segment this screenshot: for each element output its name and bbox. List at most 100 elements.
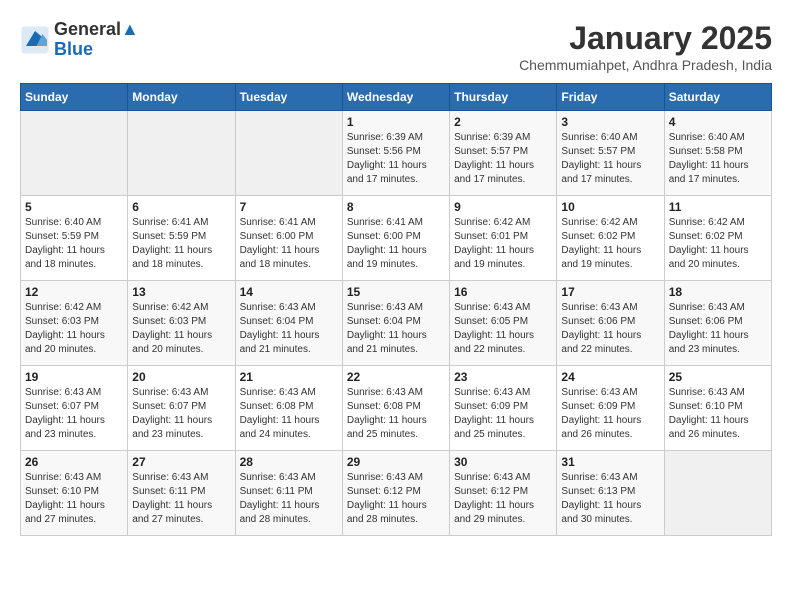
calendar-cell: 1Sunrise: 6:39 AM Sunset: 5:56 PM Daylig… — [342, 111, 449, 196]
day-number: 26 — [25, 455, 123, 469]
calendar-cell: 23 Sunrise: 6:43 AM Sunset: 6:09 PM Dayli… — [450, 366, 557, 451]
day-info: Sunrise: 6:43 AM Sunset: 6:08 PM Dayligh… — [240, 386, 338, 442]
day-number: 10 — [561, 200, 659, 214]
title-block: January 2025 Chemmumiahpet, Andhra Prade… — [519, 20, 772, 73]
calendar-cell: 30Sunrise: 6:43 AM Sunset: 6:12 PM Dayli… — [450, 451, 557, 536]
day-number: 29 — [347, 455, 445, 469]
calendar-cell: 8 Sunrise: 6:41 AM Sunset: 6:00 PM Daylig… — [342, 196, 449, 281]
day-number: 19 — [25, 370, 123, 384]
day-number: 25 — [669, 370, 767, 384]
calendar-cell: 25 Sunrise: 6:43 AM Sunset: 6:10 PM Dayli… — [664, 366, 771, 451]
day-info: Sunrise: 6:43 AM Sunset: 6:09 PM Dayligh… — [454, 386, 552, 442]
day-info: Sunrise: 6:39 AM Sunset: 5:57 PM Dayligh… — [454, 131, 552, 187]
calendar-cell: 6 Sunrise: 6:41 AM Sunset: 5:59 PM Daylig… — [128, 196, 235, 281]
calendar-cell: 10 Sunrise: 6:42 AM Sunset: 6:02 PM Dayli… — [557, 196, 664, 281]
day-info: Sunrise: 6:42 AM Sunset: 6:03 PM Dayligh… — [25, 301, 123, 357]
day-number: 13 — [132, 285, 230, 299]
calendar-cell: 16 Sunrise: 6:43 AM Sunset: 6:05 PM Dayli… — [450, 281, 557, 366]
calendar-table: SundayMondayTuesdayWednesdayThursdayFrid… — [20, 83, 772, 536]
day-number: 15 — [347, 285, 445, 299]
calendar-cell: 2Sunrise: 6:39 AM Sunset: 5:57 PM Daylig… — [450, 111, 557, 196]
calendar-cell: 21Sunrise: 6:43 AM Sunset: 6:08 PM Dayli… — [235, 366, 342, 451]
calendar-cell: 12 Sunrise: 6:42 AM Sunset: 6:03 PM Dayli… — [21, 281, 128, 366]
day-info: Sunrise: 6:43 AM Sunset: 6:07 PM Dayligh… — [132, 386, 230, 442]
day-info: Sunrise: 6:42 AM Sunset: 6:02 PM Dayligh… — [561, 216, 659, 272]
calendar-cell: 22 Sunrise: 6:43 AM Sunset: 6:08 PM Dayli… — [342, 366, 449, 451]
day-number: 7 — [240, 200, 338, 214]
calendar-cell: 15 Sunrise: 6:43 AM Sunset: 6:04 PM Dayli… — [342, 281, 449, 366]
day-info: Sunrise: 6:41 AM Sunset: 5:59 PM Dayligh… — [132, 216, 230, 272]
day-of-week-header: Thursday — [450, 84, 557, 111]
day-info: Sunrise: 6:41 AM Sunset: 6:00 PM Dayligh… — [240, 216, 338, 272]
day-number: 3 — [561, 115, 659, 129]
day-number: 23 — [454, 370, 552, 384]
calendar-cell: 11 Sunrise: 6:42 AM Sunset: 6:02 PM Dayli… — [664, 196, 771, 281]
day-info: Sunrise: 6:41 AM Sunset: 6:00 PM Dayligh… — [347, 216, 445, 272]
day-info: Sunrise: 6:43 AM Sunset: 6:08 PM Dayligh… — [347, 386, 445, 442]
day-number: 12 — [25, 285, 123, 299]
day-info: Sunrise: 6:39 AM Sunset: 5:56 PM Dayligh… — [347, 131, 445, 187]
logo-text: General▲ Blue — [54, 20, 139, 60]
calendar-cell: 31 Sunrise: 6:43 AM Sunset: 6:13 PM Dayli… — [557, 451, 664, 536]
calendar-week-row: 12 Sunrise: 6:42 AM Sunset: 6:03 PM Dayli… — [21, 281, 772, 366]
day-info: Sunrise: 6:43 AM Sunset: 6:12 PM Dayligh… — [454, 471, 552, 527]
calendar-cell — [664, 451, 771, 536]
calendar-cell: 7 Sunrise: 6:41 AM Sunset: 6:00 PM Daylig… — [235, 196, 342, 281]
day-info: Sunrise: 6:43 AM Sunset: 6:13 PM Dayligh… — [561, 471, 659, 527]
calendar-cell: 14 Sunrise: 6:43 AM Sunset: 6:04 PM Dayli… — [235, 281, 342, 366]
calendar-cell: 3 Sunrise: 6:40 AM Sunset: 5:57 PM Daylig… — [557, 111, 664, 196]
calendar-cell: 17 Sunrise: 6:43 AM Sunset: 6:06 PM Dayli… — [557, 281, 664, 366]
calendar-cell — [235, 111, 342, 196]
day-info: Sunrise: 6:43 AM Sunset: 6:04 PM Dayligh… — [347, 301, 445, 357]
day-info: Sunrise: 6:43 AM Sunset: 6:07 PM Dayligh… — [25, 386, 123, 442]
day-info: Sunrise: 6:43 AM Sunset: 6:04 PM Dayligh… — [240, 301, 338, 357]
day-number: 22 — [347, 370, 445, 384]
calendar-cell — [21, 111, 128, 196]
calendar-cell: 4 Sunrise: 6:40 AM Sunset: 5:58 PM Daylig… — [664, 111, 771, 196]
day-info: Sunrise: 6:43 AM Sunset: 6:11 PM Dayligh… — [132, 471, 230, 527]
day-number: 27 — [132, 455, 230, 469]
day-info: Sunrise: 6:42 AM Sunset: 6:03 PM Dayligh… — [132, 301, 230, 357]
calendar-cell: 27 Sunrise: 6:43 AM Sunset: 6:11 PM Dayli… — [128, 451, 235, 536]
calendar-cell: 20 Sunrise: 6:43 AM Sunset: 6:07 PM Dayli… — [128, 366, 235, 451]
day-info: Sunrise: 6:40 AM Sunset: 5:58 PM Dayligh… — [669, 131, 767, 187]
day-number: 14 — [240, 285, 338, 299]
day-of-week-header: Friday — [557, 84, 664, 111]
day-info: Sunrise: 6:43 AM Sunset: 6:05 PM Dayligh… — [454, 301, 552, 357]
page-header: General▲ Blue January 2025 Chemmumiahpet… — [20, 20, 772, 73]
day-number: 8 — [347, 200, 445, 214]
calendar-cell: 9Sunrise: 6:42 AM Sunset: 6:01 PM Daylig… — [450, 196, 557, 281]
day-info: Sunrise: 6:43 AM Sunset: 6:10 PM Dayligh… — [669, 386, 767, 442]
day-of-week-header: Monday — [128, 84, 235, 111]
day-number: 24 — [561, 370, 659, 384]
day-number: 28 — [240, 455, 338, 469]
day-info: Sunrise: 6:40 AM Sunset: 5:57 PM Dayligh… — [561, 131, 659, 187]
day-info: Sunrise: 6:43 AM Sunset: 6:10 PM Dayligh… — [25, 471, 123, 527]
day-info: Sunrise: 6:40 AM Sunset: 5:59 PM Dayligh… — [25, 216, 123, 272]
day-number: 17 — [561, 285, 659, 299]
day-number: 31 — [561, 455, 659, 469]
day-info: Sunrise: 6:42 AM Sunset: 6:02 PM Dayligh… — [669, 216, 767, 272]
day-number: 11 — [669, 200, 767, 214]
calendar-week-row: 1Sunrise: 6:39 AM Sunset: 5:56 PM Daylig… — [21, 111, 772, 196]
month-title: January 2025 — [519, 20, 772, 57]
day-info: Sunrise: 6:43 AM Sunset: 6:12 PM Dayligh… — [347, 471, 445, 527]
location-subtitle: Chemmumiahpet, Andhra Pradesh, India — [519, 57, 772, 73]
calendar-week-row: 26 Sunrise: 6:43 AM Sunset: 6:10 PM Dayli… — [21, 451, 772, 536]
calendar-week-row: 19 Sunrise: 6:43 AM Sunset: 6:07 PM Dayli… — [21, 366, 772, 451]
day-of-week-header: Saturday — [664, 84, 771, 111]
day-number: 4 — [669, 115, 767, 129]
calendar-cell: 19 Sunrise: 6:43 AM Sunset: 6:07 PM Dayli… — [21, 366, 128, 451]
day-info: Sunrise: 6:43 AM Sunset: 6:06 PM Dayligh… — [561, 301, 659, 357]
calendar-cell: 5 Sunrise: 6:40 AM Sunset: 5:59 PM Daylig… — [21, 196, 128, 281]
day-number: 20 — [132, 370, 230, 384]
calendar-cell: 24Sunrise: 6:43 AM Sunset: 6:09 PM Dayli… — [557, 366, 664, 451]
day-number: 5 — [25, 200, 123, 214]
calendar-cell: 26 Sunrise: 6:43 AM Sunset: 6:10 PM Dayli… — [21, 451, 128, 536]
calendar-cell: 18Sunrise: 6:43 AM Sunset: 6:06 PM Dayli… — [664, 281, 771, 366]
calendar-cell — [128, 111, 235, 196]
day-number: 9 — [454, 200, 552, 214]
calendar-cell: 28Sunrise: 6:43 AM Sunset: 6:11 PM Dayli… — [235, 451, 342, 536]
day-number: 6 — [132, 200, 230, 214]
day-number: 16 — [454, 285, 552, 299]
